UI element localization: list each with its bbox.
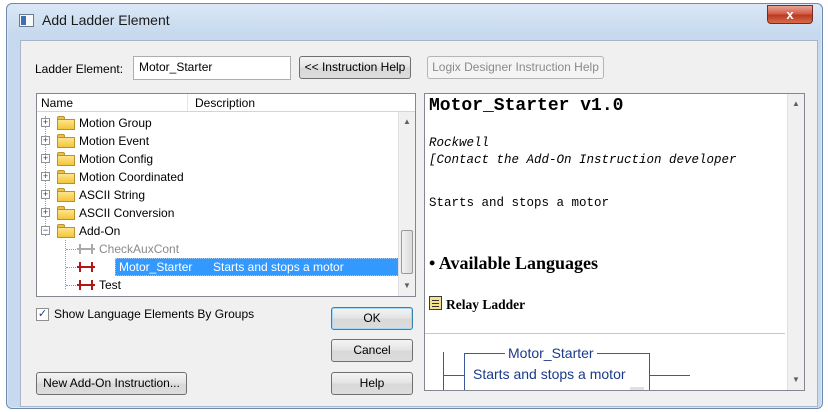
instruction-block-diagram: Motor_Starter Starts and stops a motor [425,334,785,390]
element-tree[interactable]: Name Description + Motion Group + Motion… [36,93,416,297]
expand-icon[interactable]: + [41,154,50,163]
tree-item-label: Motion Event [79,134,150,148]
ladder-instruction-icon [77,279,97,291]
tree-item[interactable]: + Motion Group [37,114,399,132]
ladder-element-input[interactable]: Motor_Starter [133,56,291,80]
tree-item[interactable]: + ASCII Conversion [37,204,399,222]
tree-item[interactable]: + Motion Coordinated [37,168,399,186]
folder-icon [57,206,75,220]
tree-item-label: Add-On [79,224,121,238]
tree-item-label: Motor_Starter [119,260,193,274]
tree-item[interactable]: Test [37,276,399,294]
show-groups-checkbox[interactable]: ✓ [36,308,49,321]
help-description: Starts and stops a motor [429,196,610,210]
expand-icon[interactable]: + [41,136,50,145]
dialog-body: Ladder Element: Motor_Starter << Instruc… [20,40,818,407]
tree-scrollbar[interactable]: ▲ ▼ [398,112,415,296]
collapse-icon[interactable]: − [41,226,50,235]
folder-icon [57,170,75,184]
scroll-up-icon[interactable]: ▲ [788,96,804,112]
expand-icon[interactable]: + [41,172,50,181]
diagram-rung-out [650,375,690,376]
ok-button[interactable]: OK [331,307,413,330]
diagram-rung-in [443,375,464,376]
tree-item-label: Motion Config [79,152,154,166]
expand-icon[interactable]: + [41,118,50,127]
tree-item[interactable]: Motor_Starter Starts and stops a motor [37,258,399,276]
expand-icon[interactable]: + [41,208,50,217]
show-groups-label: Show Language Elements By Groups [54,307,255,321]
help-scrollbar[interactable]: ▲ ▼ [787,94,804,390]
tree-item[interactable]: + Motion Config [37,150,399,168]
tree-item-label: CheckAuxCont [99,242,180,256]
scroll-down-icon[interactable]: ▼ [788,372,804,388]
diagram-description: Starts and stops a motor [473,366,626,382]
open-folder-icon [57,224,75,238]
close-button[interactable]: x [767,5,813,24]
ladder-instruction-icon [77,261,97,273]
column-separator [187,94,188,111]
title-bar[interactable]: Add Ladder Element x [7,4,822,36]
folder-icon [57,134,75,148]
ladder-instruction-icon [77,243,97,255]
diagram-title: Motor_Starter [505,345,597,361]
logix-instruction-help-button[interactable]: Logix Designer Instruction Help [427,56,604,79]
help-contact: [Contact the Add-On Instruction develope… [429,153,737,167]
help-languages-heading: • Available Languages [429,253,598,273]
app-icon [19,14,34,27]
help-vendor: Rockwell [429,136,490,150]
tree-line [66,249,76,250]
tree-header: Name Description [37,94,415,112]
tree-item-description: Starts and stops a motor [213,260,344,274]
diagram-left-rail [443,352,444,390]
scroll-up-icon[interactable]: ▲ [399,114,415,130]
tree-item-label: ASCII String [79,188,146,202]
tree-item-label: Motion Group [79,116,152,130]
instruction-help-pane[interactable]: Motor_Starter v1.0 Rockwell [Contact the… [424,93,805,391]
folder-icon [57,116,75,130]
ladder-element-label: Ladder Element: [35,62,124,76]
tree-item[interactable]: + ASCII String [37,186,399,204]
help-content: Motor_Starter v1.0 Rockwell [Contact the… [425,94,785,390]
folder-icon [57,152,75,166]
scroll-thumb[interactable] [401,230,413,274]
tree-item[interactable]: + Motion Event [37,132,399,150]
tree-item-label: Motion Coordinated [79,170,184,184]
relay-ladder-icon [429,296,442,310]
scroll-down-icon[interactable]: ▼ [399,278,415,294]
instruction-help-button[interactable]: << Instruction Help [299,56,411,79]
diagram-fragment [630,387,644,390]
dialog-window: Add Ladder Element x Ladder Element: Mot… [6,3,823,409]
tree-item-label: ASCII Conversion [79,206,175,220]
help-heading: Motor_Starter v1.0 [429,96,624,116]
column-description[interactable]: Description [195,96,255,110]
expand-icon[interactable]: + [41,190,50,199]
column-name[interactable]: Name [41,96,73,110]
tree-line [66,267,76,268]
window-title: Add Ladder Element [42,12,170,28]
tree-line [66,285,76,286]
relay-ladder-label: Relay Ladder [446,297,526,312]
tree-item-label: Test [99,278,122,292]
tree-item[interactable]: − Add-On [37,222,399,240]
new-add-on-instruction-button[interactable]: New Add-On Instruction... [36,372,187,395]
tree-item[interactable]: CheckAuxCont [37,240,399,258]
help-button[interactable]: Help [331,372,413,395]
folder-icon [57,188,75,202]
cancel-button[interactable]: Cancel [331,339,413,362]
